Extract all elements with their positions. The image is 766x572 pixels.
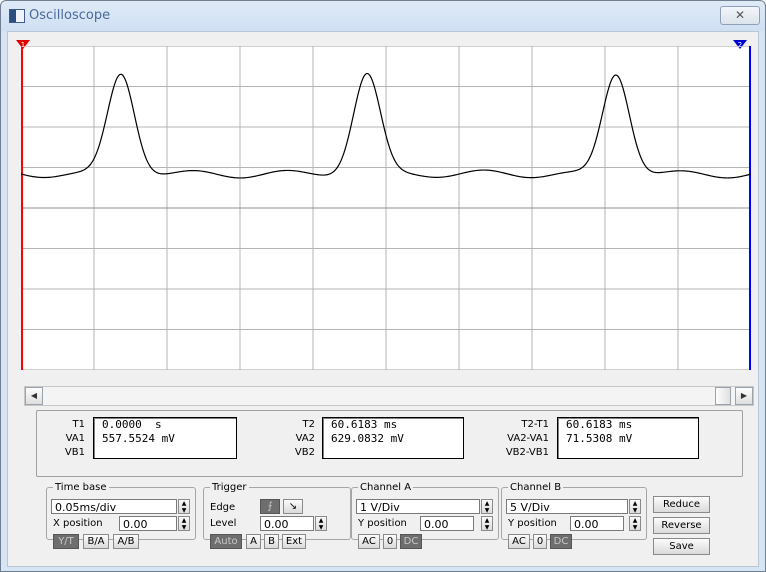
channel-a-scale-spinner-icon[interactable]: ▲ ▼ [481, 499, 493, 514]
channel-b-scale-spinner-icon[interactable]: ▲ ▼ [629, 499, 641, 514]
t2-label: T2 [302, 419, 315, 430]
diff-labels: T2-T1 VA2-VA1 VB2-VB1 [487, 418, 549, 460]
t1-label: T1 [72, 419, 85, 430]
channel-b-dc-button[interactable]: DC [550, 534, 572, 549]
oscilloscope-window: Oscilloscope ✕ 1 2 ◀ ▶ T1 VA1 VB1 0.0000… [0, 0, 766, 572]
oscilloscope-panel: 1 2 ◀ ▶ T1 VA1 VB1 0.0000 s 557.5524 mV … [7, 31, 759, 567]
trigger-level-spinner-icon[interactable]: ▲ ▼ [315, 516, 327, 531]
channel-b-ypos-field[interactable]: 0.00 [570, 516, 624, 531]
xpos-field[interactable]: 0.00 [119, 516, 177, 531]
channel-b-ac-button[interactable]: AC [508, 534, 530, 549]
close-button[interactable]: ✕ [720, 6, 760, 25]
channel-a-group: Channel A 1 V/Div ▲ ▼ Y position 0.00 ▲ ▼ … [351, 482, 499, 549]
scroll-right-arrow-icon[interactable]: ▶ [735, 387, 753, 405]
cursor-readouts: T1 VA1 VB1 0.0000 s 557.5524 mV T2 VA2 V… [36, 410, 743, 477]
va2-value: 629.0832 mV [331, 432, 404, 445]
window-title: Oscilloscope [29, 8, 111, 23]
reverse-button[interactable]: Reverse [653, 517, 710, 534]
trigger-level-field[interactable]: 0.00 [260, 516, 314, 531]
falling-edge-icon[interactable]: ↘ [283, 499, 303, 514]
channel-a-dc-button[interactable]: DC [400, 534, 422, 549]
cursor-1-handle[interactable]: 1 [16, 40, 32, 52]
channel-a-ypos-field[interactable]: 0.00 [420, 516, 474, 531]
channel-a-ac-button[interactable]: AC [358, 534, 380, 549]
oscilloscope-screen[interactable] [21, 46, 751, 370]
t2-t1-value: 60.6183 ms [566, 418, 633, 431]
channel-b-ypos-label: Y position [508, 518, 557, 529]
trigger-ext-button[interactable]: Ext [282, 534, 306, 549]
scroll-left-arrow-icon[interactable]: ◀ [25, 387, 43, 405]
diff-readout: 60.6183 ms 71.5308 mV [557, 417, 699, 459]
level-label: Level [210, 518, 237, 529]
t2-labels: T2 VA2 VB2 [287, 418, 315, 460]
va1-label: VA1 [65, 433, 85, 444]
cursor-1-label: 1 [21, 41, 25, 49]
channel-a-legend: Channel A [360, 482, 412, 493]
timebase-legend: Time base [55, 482, 107, 493]
vb1-label: VB1 [64, 447, 85, 458]
channel-a-ypos-label: Y position [358, 518, 407, 529]
timebase-scale-spinner-icon[interactable]: ▲ ▼ [178, 499, 190, 514]
trigger-legend: Trigger [212, 482, 247, 493]
title-bar[interactable]: Oscilloscope ✕ [1, 1, 765, 31]
vb2-label: VB2 [294, 447, 315, 458]
mode-ab-button[interactable]: A/B [113, 534, 139, 549]
mode-yt-button[interactable]: Y/T [53, 534, 79, 549]
channel-a-ground-button[interactable]: 0 [383, 534, 397, 549]
channel-b-ypos-spinner-icon[interactable]: ▲ ▼ [629, 516, 641, 531]
va2-va1-value: 71.5308 mV [566, 432, 633, 445]
t2-readout: 60.6183 ms 629.0832 mV [322, 417, 464, 459]
xpos-spinner-icon[interactable]: ▲ ▼ [178, 516, 190, 531]
scroll-thumb[interactable] [715, 387, 731, 405]
channel-b-ground-button[interactable]: 0 [533, 534, 547, 549]
mode-ba-button[interactable]: B/A [83, 534, 109, 549]
t1-labels: T1 VA1 VB1 [57, 418, 85, 460]
channel-b-legend: Channel B [510, 482, 562, 493]
va2-va1-label: VA2-VA1 [507, 433, 549, 444]
vb2-vb1-label: VB2-VB1 [505, 447, 549, 458]
oscilloscope-app-icon [9, 9, 25, 23]
va1-value: 557.5524 mV [102, 432, 175, 445]
channel-a-scale-field[interactable]: 1 V/Div [356, 499, 480, 514]
channel-b-scale-field[interactable]: 5 V/Div [506, 499, 628, 514]
cursor-2-label: 2 [738, 41, 742, 49]
channel-b-group: Channel B 5 V/Div ▲ ▼ Y position 0.00 ▲ ▼ … [501, 482, 647, 549]
t2-t1-label: T2-T1 [521, 419, 549, 430]
waveform-display [21, 46, 751, 370]
reduce-button[interactable]: Reduce [653, 496, 710, 513]
save-button[interactable]: Save [653, 538, 710, 555]
rising-edge-icon[interactable]: ⨍ [260, 499, 280, 514]
xpos-label: X position [53, 518, 103, 529]
edge-label: Edge [210, 502, 236, 513]
t2-value: 60.6183 ms [331, 418, 398, 431]
cursor-2-handle[interactable]: 2 [733, 40, 749, 52]
timebase-scale-field[interactable]: 0.05ms/div [51, 499, 177, 514]
trigger-auto-button[interactable]: Auto [210, 534, 242, 549]
trigger-group: Trigger Edge ⨍ ↘ Level 0.00 ▲ ▼ Auto A B … [203, 482, 351, 549]
time-scrollbar[interactable]: ◀ ▶ [24, 386, 754, 406]
timebase-group: Time base 0.05ms/div ▲ ▼ X position 0.00 … [46, 482, 196, 549]
t1-value: 0.0000 s [102, 418, 162, 431]
t1-readout: 0.0000 s 557.5524 mV [93, 417, 237, 459]
trigger-b-button[interactable]: B [264, 534, 279, 549]
va2-label: VA2 [295, 433, 315, 444]
trigger-a-button[interactable]: A [246, 534, 261, 549]
channel-a-ypos-spinner-icon[interactable]: ▲ ▼ [481, 516, 493, 531]
